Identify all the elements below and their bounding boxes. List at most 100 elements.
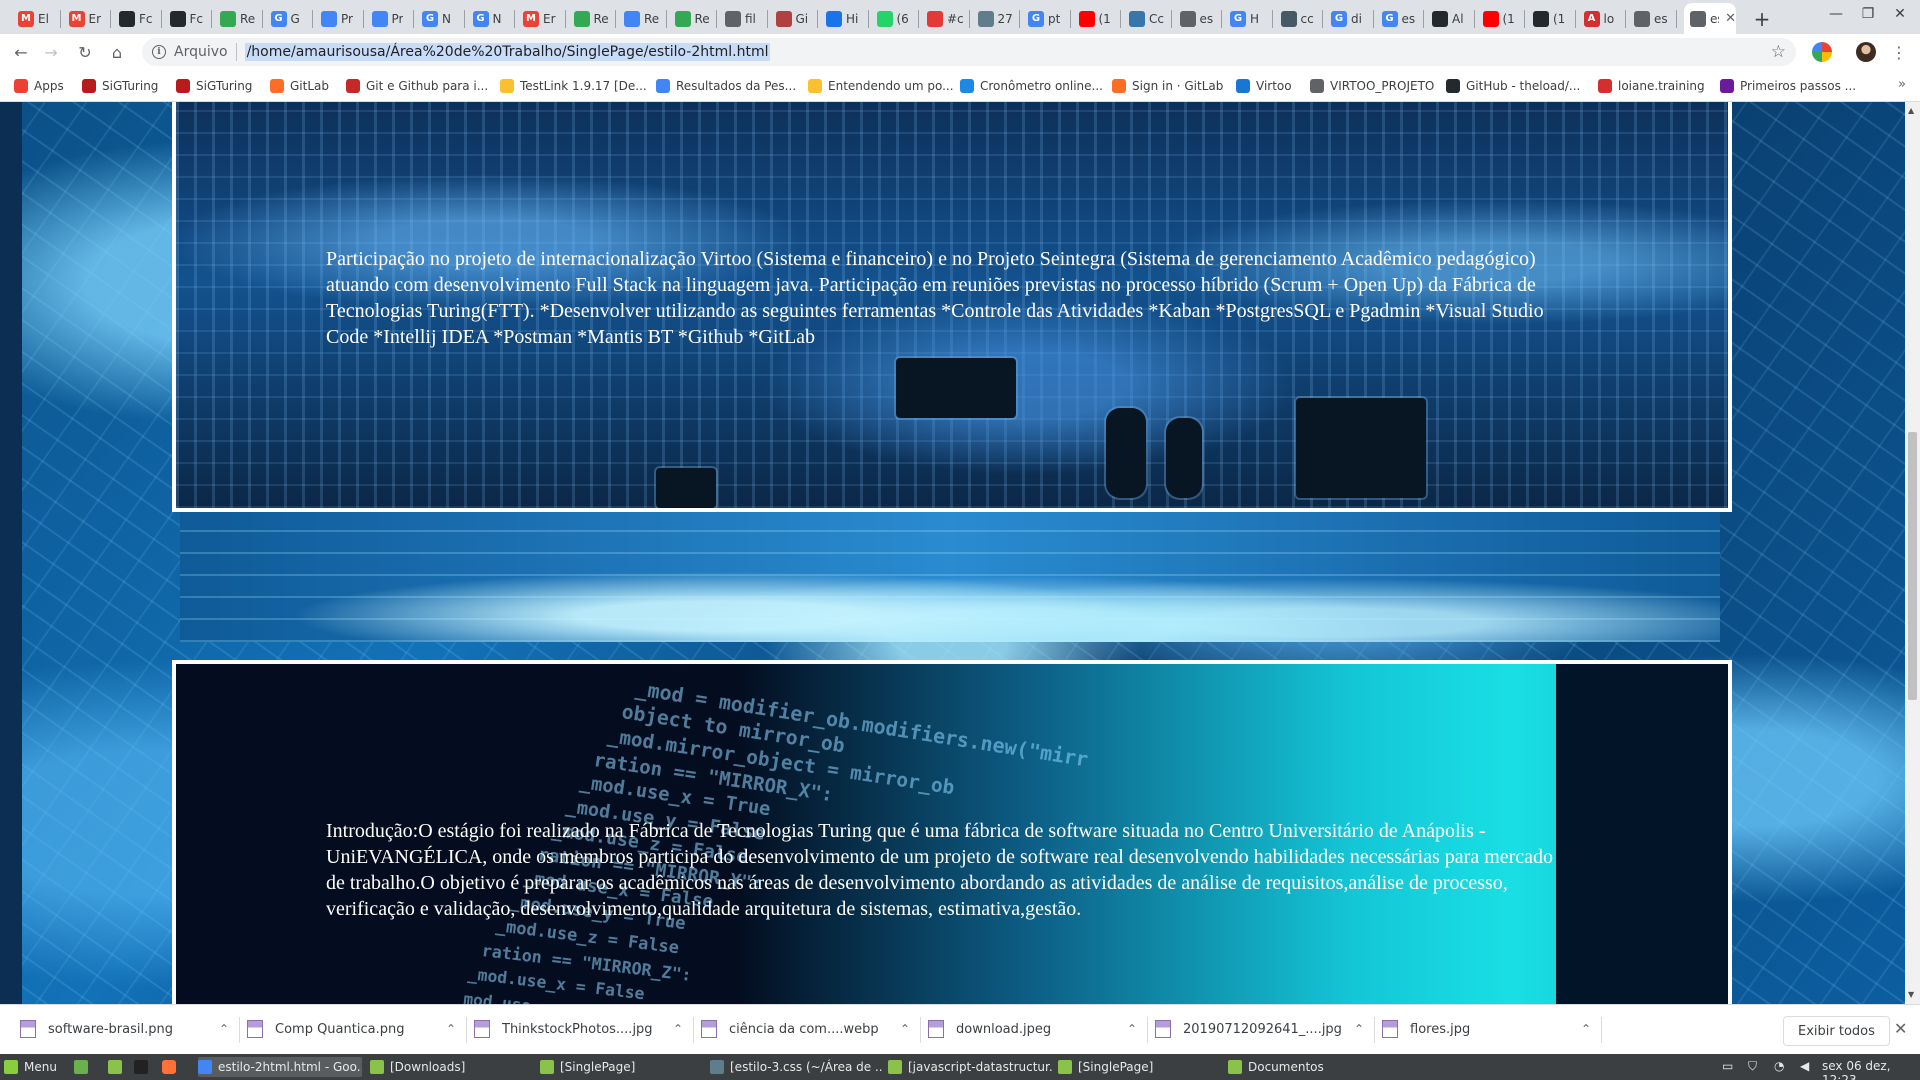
home-button[interactable]: ⌂	[104, 39, 130, 65]
tab[interactable]: Fc	[113, 3, 160, 34]
url-text[interactable]: /home/amaurisousa/Área%20de%20Trabalho/S…	[244, 43, 771, 61]
shield-icon[interactable]: ⛉	[1748, 1059, 1757, 1074]
tab[interactable]: Gi	[770, 3, 817, 34]
taskbar-window-button[interactable]: [SinglePage]	[540, 1057, 704, 1077]
new-tab-button[interactable]: +	[1748, 5, 1776, 33]
screen-icon[interactable]: ▭	[1722, 1059, 1733, 1073]
scroll-thumb[interactable]	[1908, 432, 1917, 700]
tab[interactable]: Al	[1426, 3, 1473, 34]
bookmark-item[interactable]: GitLab	[270, 77, 329, 95]
scroll-up-icon[interactable]: ▲	[1908, 106, 1914, 115]
taskbar-window-button[interactable]: [javascript-datastructur...	[888, 1057, 1052, 1077]
chevron-up-icon[interactable]: ⌃	[1127, 1022, 1137, 1036]
volume-icon[interactable]: ◀	[1800, 1059, 1809, 1073]
chevron-up-icon[interactable]: ⌃	[219, 1022, 229, 1036]
bookmark-item[interactable]: Entendendo um po...	[808, 77, 954, 95]
tab[interactable]: 27	[972, 3, 1019, 34]
minimize-icon[interactable]: —	[1822, 6, 1850, 22]
taskbar-window-button[interactable]: [SinglePage]	[1058, 1057, 1222, 1077]
bookmark-star-icon[interactable]: ☆	[1771, 42, 1786, 62]
chevron-up-icon[interactable]: ⌃	[900, 1022, 910, 1036]
chevron-up-icon[interactable]: ⌃	[673, 1022, 683, 1036]
tab[interactable]: Ges	[1376, 3, 1423, 34]
bookmark-item[interactable]: SiGTuring	[82, 77, 158, 95]
chevron-up-icon[interactable]: ⌃	[1354, 1022, 1364, 1036]
close-downloads-icon[interactable]: ✕	[1894, 1019, 1907, 1038]
bookmark-item[interactable]: Sign in · GitLab	[1112, 77, 1223, 95]
tab[interactable]: (6	[871, 3, 918, 34]
download-item[interactable]: download.jpeg ⌃	[928, 1014, 1137, 1044]
bookmark-item[interactable]: Apps	[14, 77, 64, 95]
tab[interactable]: M Er	[517, 3, 564, 34]
bookmark-item[interactable]: Virtoo	[1236, 77, 1292, 95]
download-item[interactable]: Comp Quantica.png ⌃	[247, 1014, 456, 1044]
tab[interactable]: Re	[568, 3, 615, 34]
tab[interactable]: Gpt	[1022, 3, 1069, 34]
download-item[interactable]: ciência da com....webp ⌃	[701, 1014, 910, 1044]
start-menu-button[interactable]: Menu	[4, 1057, 57, 1077]
extension-icon[interactable]	[1812, 42, 1832, 62]
tab[interactable]: Re	[618, 3, 665, 34]
bookmark-item[interactable]: Git e Github para i...	[346, 77, 488, 95]
close-window-icon[interactable]: ✕	[1886, 6, 1914, 22]
tab[interactable]: M Er	[63, 3, 110, 34]
firefox-icon[interactable]	[162, 1057, 176, 1077]
taskbar-window-button[interactable]: [estilo-3.css (~/Área de ...	[710, 1057, 882, 1077]
vertical-scrollbar[interactable]: ▲ ▼	[1905, 102, 1920, 1004]
bookmark-item[interactable]: VIRTOO_PROJETO	[1310, 77, 1434, 95]
tab[interactable]: fil	[719, 3, 766, 34]
tab[interactable]: Re	[214, 3, 261, 34]
terminal-icon[interactable]	[134, 1057, 148, 1077]
menu-dots-icon[interactable]: ⋮	[1886, 39, 1912, 65]
forward-button[interactable]: →	[38, 39, 64, 65]
tab[interactable]: Cc	[1123, 3, 1170, 34]
tab[interactable]: #c	[921, 3, 968, 34]
tab[interactable]: Alo	[1578, 3, 1625, 34]
show-desktop-icon[interactable]	[74, 1057, 88, 1077]
address-bar[interactable]: i Arquivo /home/amaurisousa/Área%20de%20…	[142, 38, 1796, 66]
reload-button[interactable]: ↻	[72, 39, 98, 65]
info-icon[interactable]: i	[152, 45, 166, 59]
chevron-up-icon[interactable]: ⌃	[446, 1022, 456, 1036]
close-tab-icon[interactable]: ✕	[1725, 11, 1736, 26]
taskbar-window-button[interactable]: estilo-2html.html - Goo...	[198, 1057, 362, 1077]
tab[interactable]: M El	[12, 3, 59, 34]
files-icon[interactable]	[108, 1057, 122, 1077]
download-item[interactable]: ThinkstockPhotos....jpg ⌃	[474, 1014, 683, 1044]
tab[interactable]: Re	[669, 3, 716, 34]
tab[interactable]: Gdi	[1325, 3, 1372, 34]
bookmark-item[interactable]: loiane.training	[1598, 77, 1705, 95]
tab[interactable]: GN	[467, 3, 514, 34]
taskbar-window-button[interactable]: Documentos	[1228, 1057, 1348, 1077]
tab[interactable]: GN	[416, 3, 463, 34]
taskbar-window-button[interactable]: [Downloads]	[370, 1057, 534, 1077]
bookmark-item[interactable]: Resultados da Pes...	[656, 77, 796, 95]
clock[interactable]: sex 06 dez, 12:23	[1822, 1059, 1920, 1080]
tab[interactable]: cc	[1275, 3, 1322, 34]
scroll-down-icon[interactable]: ▼	[1908, 990, 1914, 999]
tab[interactable]: GH	[1224, 3, 1271, 34]
tab[interactable]: (1	[1477, 3, 1524, 34]
download-item[interactable]: 20190712092641_....jpg ⌃	[1155, 1014, 1364, 1044]
tab[interactable]: (1	[1527, 3, 1574, 34]
download-item[interactable]: software-brasil.png ⌃	[20, 1014, 229, 1044]
bookmark-item[interactable]: Cronômetro online...	[960, 77, 1103, 95]
tab[interactable]: GG	[265, 3, 312, 34]
tab[interactable]: Pr	[366, 3, 413, 34]
tab[interactable]: Pr	[315, 3, 362, 34]
download-item[interactable]: flores.jpg ⌃	[1382, 1014, 1591, 1044]
tab-active[interactable]: es ✕	[1684, 3, 1736, 34]
bookmark-item[interactable]: SiGTuring	[176, 77, 252, 95]
back-button[interactable]: ←	[8, 39, 34, 65]
profile-avatar[interactable]	[1856, 42, 1876, 62]
show-all-downloads-button[interactable]: Exibir todos	[1783, 1016, 1890, 1046]
tab[interactable]: Hi	[820, 3, 867, 34]
tab[interactable]: es	[1628, 3, 1675, 34]
bookmark-item[interactable]: TestLink 1.9.17 [De...	[500, 77, 647, 95]
chevron-up-icon[interactable]: ⌃	[1581, 1022, 1591, 1036]
more-bookmarks-icon[interactable]: »	[1898, 77, 1906, 92]
bookmark-item[interactable]: Primeiros passos ...	[1720, 77, 1856, 95]
tab[interactable]: (1	[1073, 3, 1120, 34]
restore-icon[interactable]: ❐	[1854, 6, 1882, 22]
bookmark-item[interactable]: GitHub - theload/...	[1446, 77, 1580, 95]
